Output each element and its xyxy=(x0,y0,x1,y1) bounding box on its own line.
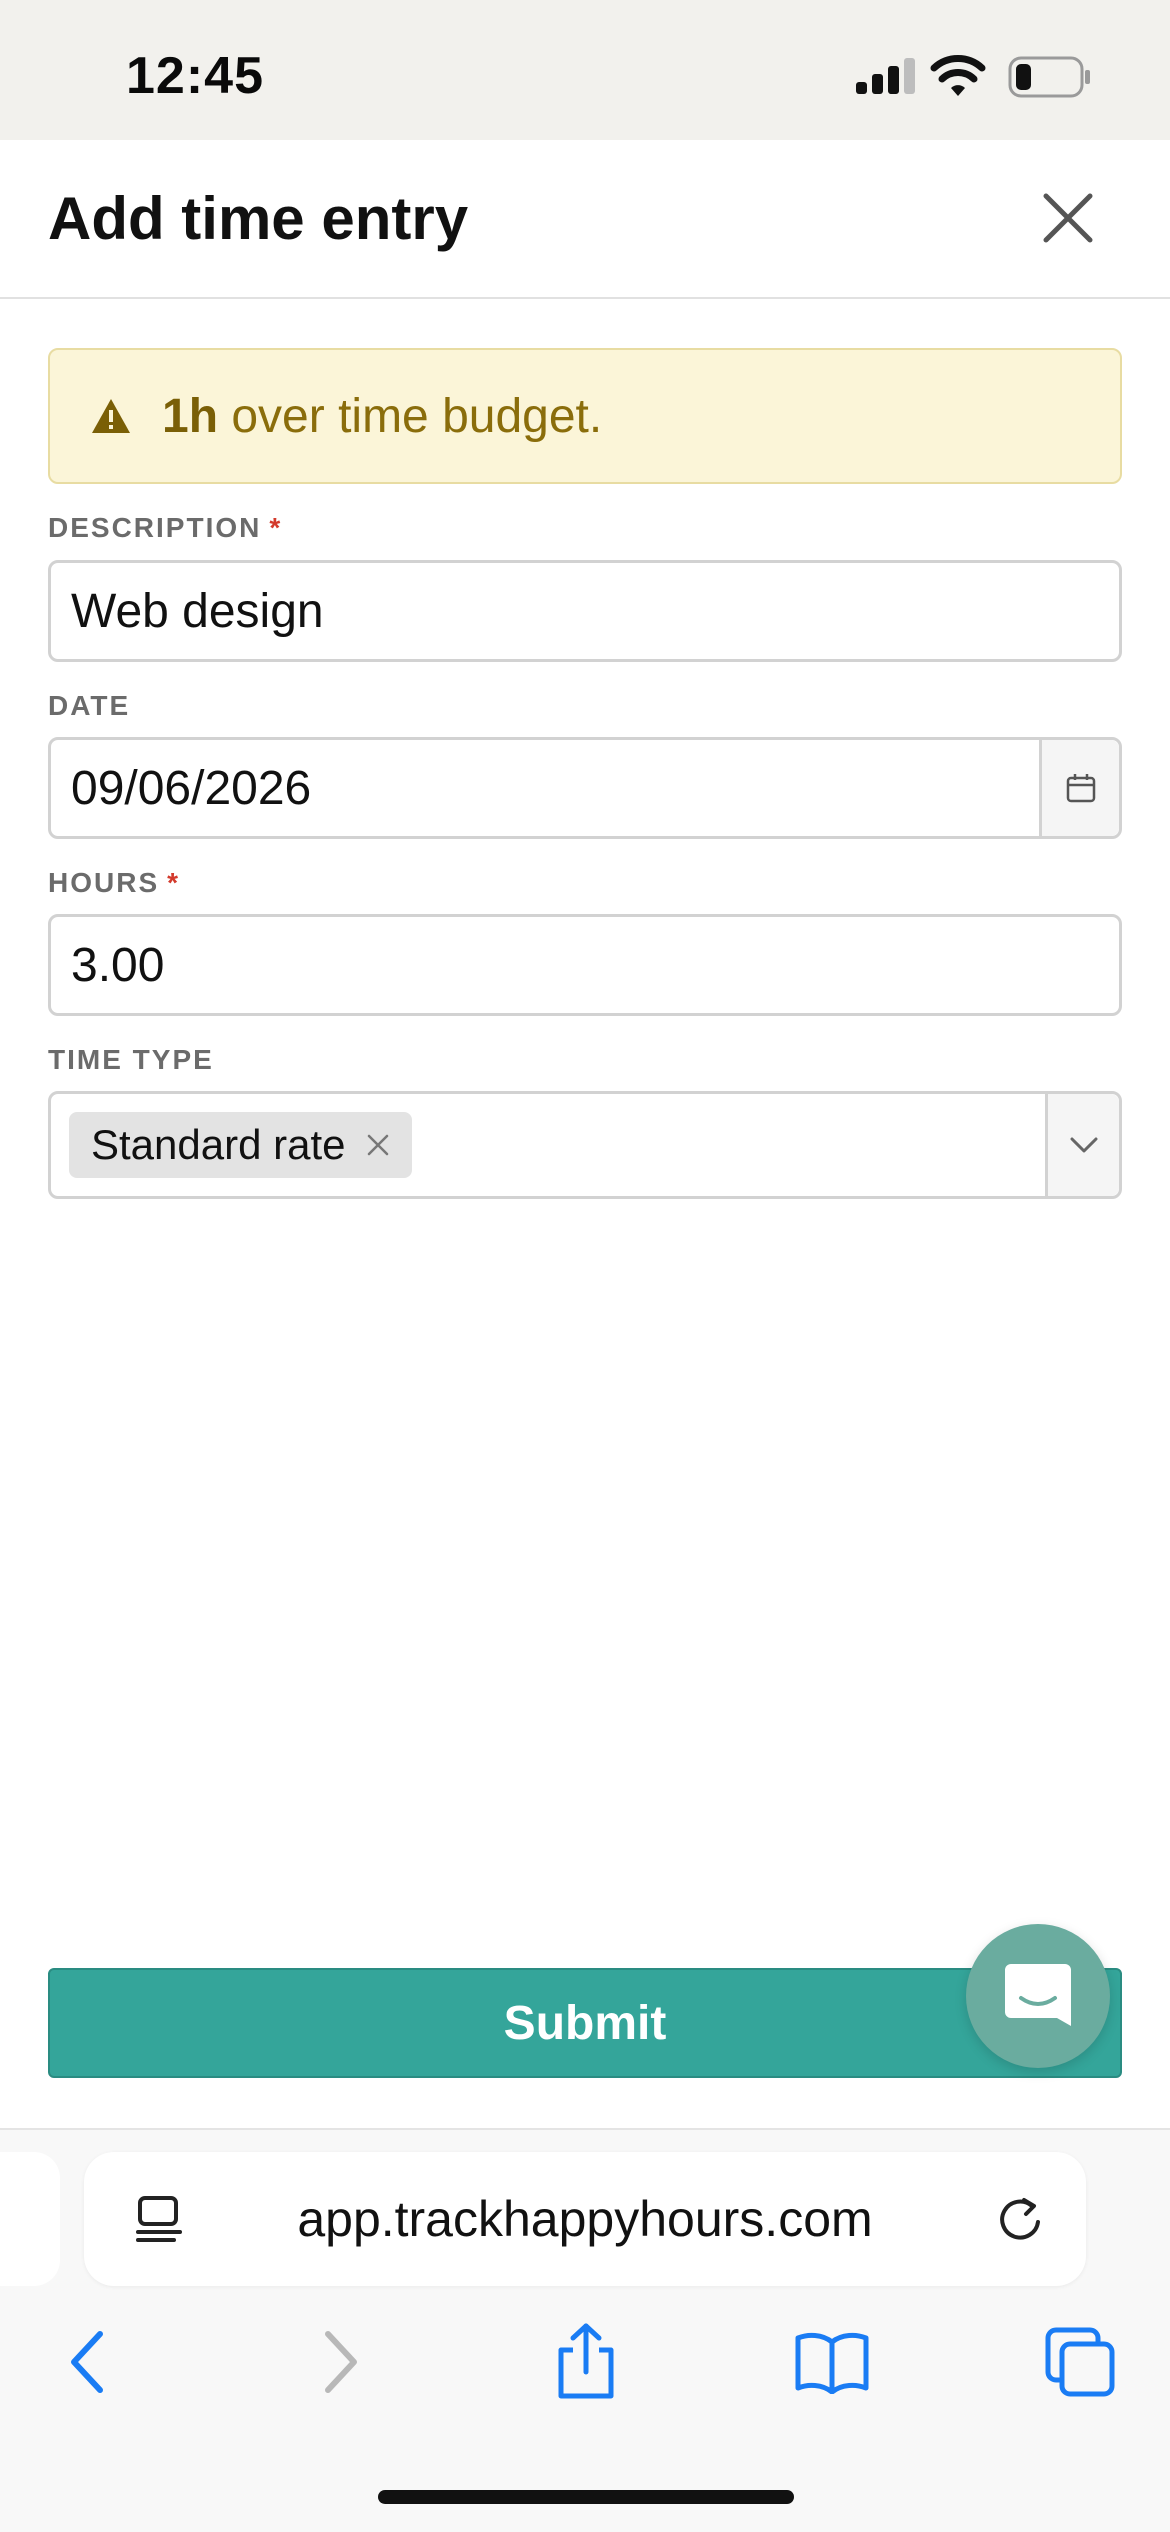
hours-label: HOURS * xyxy=(48,867,180,899)
chevron-down-icon xyxy=(1069,1136,1099,1154)
status-time: 12:45 xyxy=(126,47,264,105)
time-type-select[interactable]: Standard rate xyxy=(48,1091,1122,1199)
previous-tab-preview[interactable] xyxy=(0,2152,60,2286)
battery-icon xyxy=(1008,56,1092,98)
url-text: app.trackhappyhours.com xyxy=(297,2191,873,2247)
bookmarks-icon[interactable] xyxy=(792,2322,872,2402)
header-divider xyxy=(0,297,1170,299)
forward-icon[interactable] xyxy=(300,2322,380,2402)
back-icon[interactable] xyxy=(48,2322,128,2402)
alert-amount: 1h xyxy=(162,389,219,443)
chip-remove-icon[interactable] xyxy=(366,1133,390,1157)
submit-button[interactable]: Submit xyxy=(48,1968,1122,2078)
warning-icon xyxy=(90,397,132,435)
chat-button[interactable] xyxy=(966,1924,1110,2068)
required-mark: * xyxy=(167,867,181,898)
hours-value: 3.00 xyxy=(71,938,165,992)
home-indicator xyxy=(378,2490,794,2504)
modal-title: Add time entry xyxy=(48,185,469,252)
time-type-label: TIME TYPE xyxy=(48,1044,214,1075)
cellular-signal-icon xyxy=(856,58,916,94)
chat-icon xyxy=(1003,1960,1073,2032)
description-value: Web design xyxy=(71,584,324,638)
description-field[interactable]: Web design xyxy=(48,560,1122,662)
date-picker-button[interactable] xyxy=(1039,740,1119,836)
date-label: DATE xyxy=(48,690,131,721)
description-label-text: DESCRIPTION xyxy=(48,512,262,543)
budget-alert: 1h over time budget. xyxy=(48,348,1122,484)
time-type-chip: Standard rate xyxy=(69,1112,412,1178)
address-bar[interactable]: app.trackhappyhours.com xyxy=(84,2152,1086,2286)
alert-message-text: over time budget. xyxy=(218,389,603,443)
time-type-dropdown-button[interactable] xyxy=(1045,1094,1119,1196)
reload-icon[interactable] xyxy=(994,2194,1046,2246)
required-mark: * xyxy=(269,512,283,543)
alert-message: 1h over time budget. xyxy=(162,389,602,444)
tabs-icon[interactable] xyxy=(1040,2322,1120,2402)
close-icon[interactable] xyxy=(1040,190,1096,246)
time-type-chip-label: Standard rate xyxy=(91,1121,346,1168)
description-label: DESCRIPTION * xyxy=(48,512,282,544)
date-value: 09/06/2026 xyxy=(71,761,312,815)
date-field[interactable]: 09/06/2026 xyxy=(48,737,1122,839)
submit-label: Submit xyxy=(503,1996,667,2050)
wifi-icon xyxy=(930,54,986,98)
hours-label-text: HOURS xyxy=(48,867,160,898)
hours-field[interactable]: 3.00 xyxy=(48,914,1122,1016)
share-icon[interactable] xyxy=(546,2322,626,2402)
calendar-icon xyxy=(1065,772,1097,804)
